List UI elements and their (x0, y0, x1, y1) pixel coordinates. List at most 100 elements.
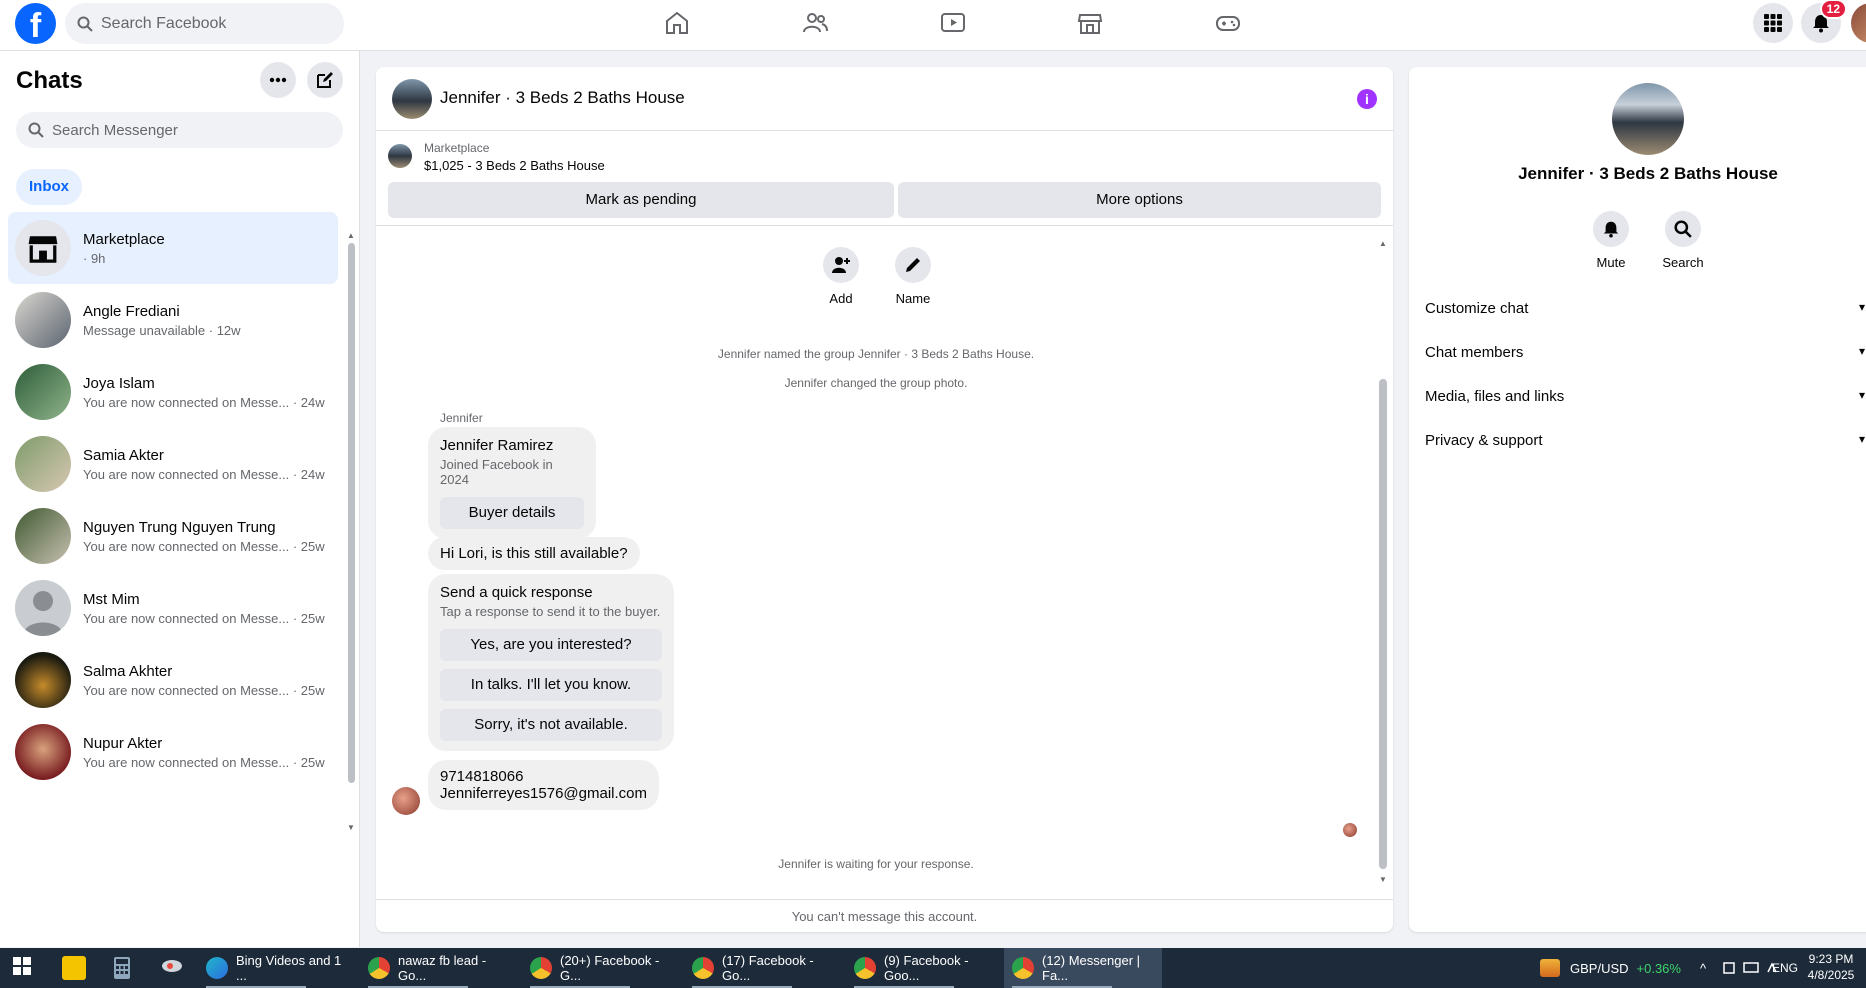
chat-item-nguyen-trung[interactable]: Nguyen Trung Nguyen Trung You are now co… (8, 500, 338, 572)
chat-list-scrollbar[interactable]: ▲ ▼ (347, 231, 355, 832)
quick-response-subtitle: Tap a response to send it to the buyer. (440, 604, 661, 619)
currency-widget[interactable]: GBP/USD +0.36% (1540, 948, 1681, 988)
chevron-down-icon: ▾ (1858, 388, 1865, 402)
privacy-support-section[interactable]: Privacy & support ▾ (1425, 432, 1865, 449)
add-people-action[interactable]: Add (811, 247, 871, 306)
taskbar-app-label: (17) Facebook - Go... (722, 953, 814, 983)
calculator-icon[interactable] (111, 956, 135, 980)
messenger-search-input[interactable] (52, 121, 312, 139)
marketplace-label: Marketplace (424, 141, 490, 155)
chat-options-button[interactable] (260, 62, 296, 98)
conversation-header: Jennifer · 3 Beds 2 Baths House i (376, 67, 1393, 131)
chat-preview: You are now connected on Messe... · 25w (83, 538, 325, 554)
mark-as-pending-button[interactable]: Mark as pending (388, 182, 894, 218)
avatar (15, 724, 71, 780)
mute-label: Mute (1596, 255, 1626, 270)
video-nav-button[interactable] (933, 8, 973, 38)
chat-item-joya-islam[interactable]: Joya Islam You are now connected on Mess… (8, 356, 338, 428)
taskbar-app-chrome-1[interactable]: nawaz fb lead - Go... (360, 948, 512, 988)
chat-item-mst-mim[interactable]: Mst Mim You are now connected on Messe..… (8, 572, 338, 644)
add-label: Add (829, 291, 853, 306)
scrollbar-thumb[interactable] (1379, 379, 1387, 869)
chart-icon (1540, 959, 1560, 977)
snipping-tool-icon[interactable] (160, 956, 184, 980)
facebook-search-input[interactable] (101, 14, 321, 33)
sender-avatar[interactable] (392, 787, 420, 815)
listing-price-title[interactable]: $1,025 - 3 Beds 2 Baths House (424, 158, 605, 173)
scroll-down-arrow-icon[interactable]: ▼ (347, 823, 355, 832)
quick-response-option[interactable]: Sorry, it's not available. (440, 709, 662, 741)
friends-nav-button[interactable] (795, 8, 835, 38)
calculator-glyph-icon (114, 957, 130, 979)
mute-action[interactable]: Mute (1581, 211, 1641, 270)
chat-name: Samia Akter (83, 446, 164, 464)
avatar (15, 364, 71, 420)
scroll-down-arrow-icon[interactable]: ▼ (1379, 875, 1387, 884)
video-icon (941, 13, 965, 32)
taskbar-app-chrome-2[interactable]: (20+) Facebook - G... (522, 948, 674, 988)
gaming-nav-button[interactable] (1208, 8, 1248, 38)
inbox-tab[interactable]: Inbox (16, 169, 82, 205)
chat-name: Angle Frediani (83, 302, 180, 320)
chat-details-panel: Jennifer · 3 Beds 2 Baths House Mute Sea… (1409, 67, 1866, 932)
windows-taskbar: Bing Videos and 1 ... nawaz fb lead - Go… (0, 948, 1866, 988)
taskbar-app-chrome-3[interactable]: (17) Facebook - Go... (684, 948, 836, 988)
taskbar-app-messenger[interactable]: (12) Messenger | Fa... (1004, 948, 1162, 988)
listing-thumbnail[interactable] (388, 144, 412, 168)
quick-response-option[interactable]: Yes, are you interested? (440, 629, 662, 661)
quick-response-option[interactable]: In talks. I'll let you know. (440, 669, 662, 701)
name-group-action[interactable]: Name (883, 247, 943, 306)
marketplace-avatar (15, 220, 71, 276)
search-in-conversation-action[interactable]: Search (1653, 211, 1713, 270)
section-label: Chat members (1425, 344, 1524, 361)
chrome-icon (692, 957, 714, 979)
taskbar-app-label: (12) Messenger | Fa... (1042, 953, 1141, 983)
customize-chat-section[interactable]: Customize chat ▾ (1425, 300, 1865, 317)
clock-time: 9:23 PM (1808, 952, 1854, 966)
friends-icon (803, 13, 828, 33)
conversation-title[interactable]: Jennifer · 3 Beds 2 Baths House (440, 88, 685, 108)
group-avatar[interactable] (392, 79, 432, 119)
show-hidden-icons-button[interactable]: ^ (1700, 948, 1706, 988)
sticky-notes-icon[interactable] (62, 956, 86, 980)
thread-scrollbar[interactable]: ▲ ▼ (1378, 239, 1388, 884)
messenger-search-box[interactable] (16, 112, 343, 148)
currency-pair: GBP/USD (1570, 960, 1629, 976)
scroll-up-arrow-icon[interactable]: ▲ (347, 231, 355, 240)
facebook-logo[interactable]: f (15, 3, 56, 44)
buyer-details-button[interactable]: Buyer details (440, 497, 584, 529)
taskbar-clock[interactable]: 9:23 PM 4/8/2025 (1800, 951, 1862, 983)
cannot-message-notice: You can't message this account. (376, 899, 1393, 932)
avatar (15, 436, 71, 492)
media-files-links-section[interactable]: Media, files and links ▾ (1425, 388, 1865, 405)
home-icon (666, 11, 688, 34)
chrome-icon (854, 957, 876, 979)
chat-item-salma-akhter[interactable]: Salma Akhter You are now connected on Me… (8, 644, 338, 716)
info-icon[interactable]: i (1357, 89, 1377, 109)
chat-item-marketplace[interactable]: Marketplace · 9h (8, 212, 338, 284)
scrollbar-thumb[interactable] (348, 243, 355, 783)
marketplace-icon (1077, 14, 1103, 34)
facebook-search-box[interactable] (65, 3, 344, 44)
new-message-button[interactable] (307, 62, 343, 98)
group-photo[interactable] (1612, 83, 1684, 155)
menu-button[interactable] (1753, 3, 1793, 43)
windows-start-button[interactable] (12, 956, 36, 980)
taskbar-app-edge[interactable]: Bing Videos and 1 ... (198, 948, 350, 988)
taskbar-app-chrome-4[interactable]: (9) Facebook - Goo... (846, 948, 998, 988)
top-navigation-bar: f 12 (0, 0, 1866, 51)
chat-members-section[interactable]: Chat members ▾ (1425, 344, 1865, 361)
chat-item-angle-frediani[interactable]: Angle Frediani Message unavailable · 12w (8, 284, 338, 356)
phone-number-text: 9714818066 (440, 768, 524, 785)
scroll-up-arrow-icon[interactable]: ▲ (1379, 239, 1387, 248)
language-indicator[interactable]: ENG (1772, 948, 1798, 988)
home-nav-button[interactable] (657, 8, 697, 38)
add-person-icon (832, 257, 850, 273)
chat-item-nupur-akter[interactable]: Nupur Akter You are now connected on Mes… (8, 716, 338, 788)
profile-avatar-button[interactable] (1851, 3, 1866, 43)
windows-logo-icon (13, 957, 31, 975)
marketplace-nav-button[interactable] (1070, 8, 1110, 38)
notifications-button[interactable]: 12 (1801, 0, 1847, 43)
chat-item-samia-akter[interactable]: Samia Akter You are now connected on Mes… (8, 428, 338, 500)
more-options-button[interactable]: More options (898, 182, 1381, 218)
